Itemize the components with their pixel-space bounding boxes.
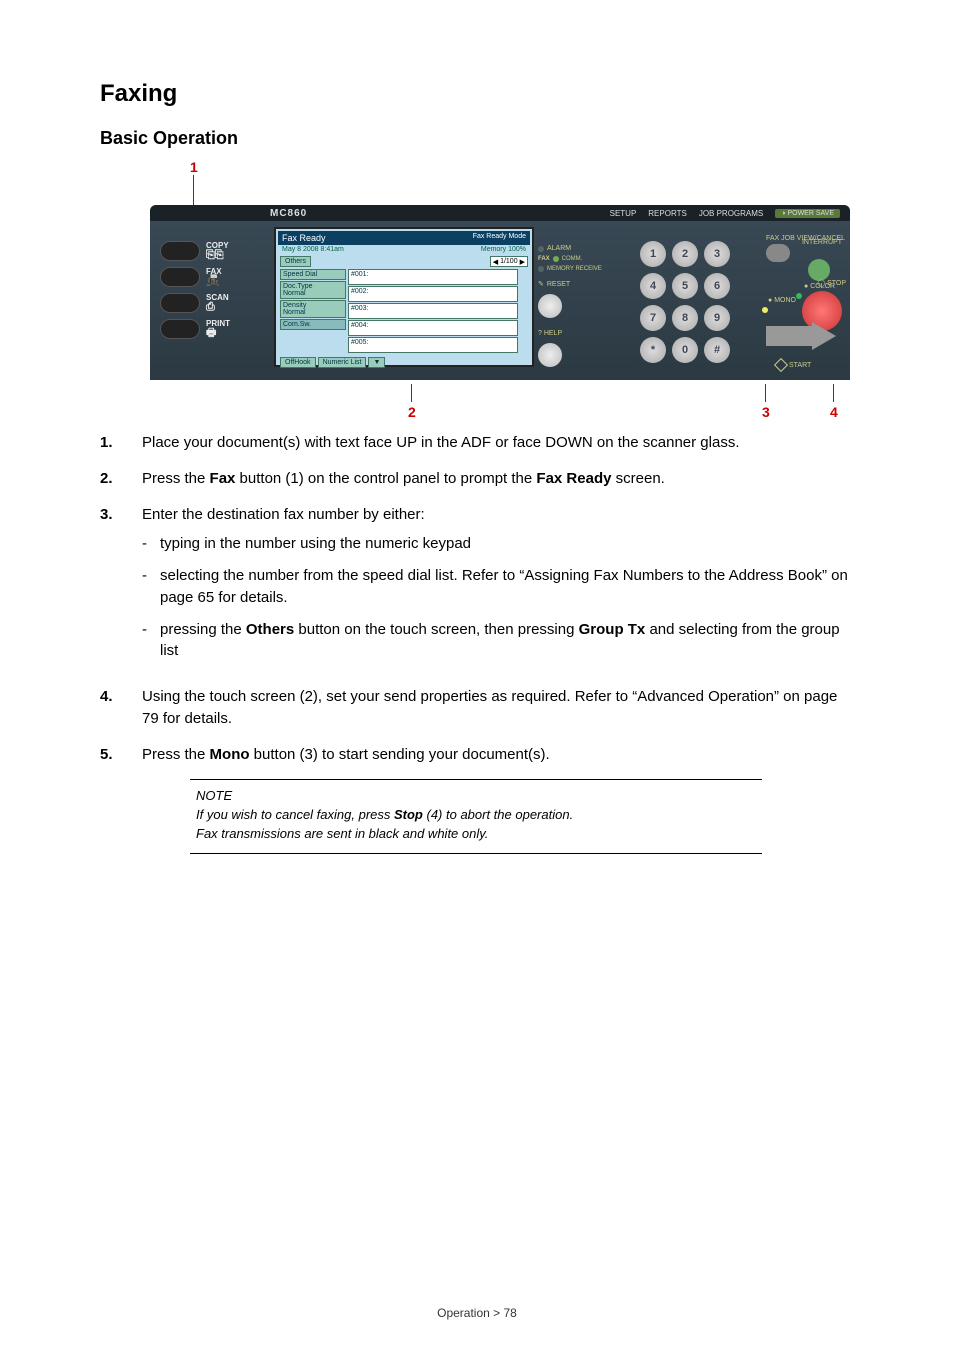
control-panel-figure: MC860 SETUP REPORTS JOB PROGRAMS ◑ POWER… [150,205,850,420]
interrupt-button[interactable] [808,259,830,281]
page-title: Faxing [100,80,854,108]
key-7[interactable]: 7 [640,305,666,331]
reports-label[interactable]: REPORTS [648,209,687,218]
note-title: NOTE [196,788,756,803]
screen-title: Fax Ready [282,233,326,243]
dial-002[interactable]: #002: [348,286,518,302]
scan-label: SCAN⎙ [206,294,229,313]
fax-label: FAX📠 [206,268,222,287]
dial-003[interactable]: #003: [348,303,518,319]
com-sw-button[interactable]: Com.Sw. [280,319,346,330]
key-hash[interactable]: # [704,337,730,363]
speed-dial-button[interactable]: Speed Dial [280,269,346,280]
mono-label: ● MONO [768,297,796,304]
dial-005[interactable]: #005: [348,337,518,353]
step-item: Press the Fax button (1) on the control … [100,468,854,490]
copy-button[interactable] [160,241,200,261]
mono-led-icon [762,307,768,313]
touch-screen[interactable]: Fax Ready Fax Ready Mode May 8 2008 8:41… [274,227,534,367]
status-column: ALARM FAXCOMM. MEMORY RECEIVE ✎ RESET ? … [534,233,634,380]
print-button[interactable] [160,319,200,339]
copy-label: COPY⎘⎘ [206,242,229,261]
color-label: ● COLOR [804,283,835,290]
key-star[interactable]: * [640,337,666,363]
setup-label[interactable]: SETUP [610,209,637,218]
power-save-button[interactable]: ◑ POWER SAVE [775,209,840,218]
key-4[interactable]: 4 [640,273,666,299]
help-button[interactable] [538,343,562,367]
dial-004[interactable]: #004: [348,320,518,336]
doc-type-button[interactable]: Doc.Type Normal [280,281,346,299]
key-2[interactable]: 2 [672,241,698,267]
steps-list: Place your document(s) with text face UP… [100,432,854,765]
step-item: Place your document(s) with text face UP… [100,432,854,454]
substep-item: pressing the Others button on the touch … [142,619,854,663]
others-button[interactable]: Others [280,256,311,267]
next-icon[interactable]: ▶ [520,258,525,266]
note-box: NOTE If you wish to cancel faxing, press… [190,779,762,854]
key-3[interactable]: 3 [704,241,730,267]
color-led-icon [796,293,802,299]
brand-label: MC860 [270,208,307,219]
pager[interactable]: ◀ 1/100 ▶ [490,256,528,267]
step-item: Using the touch screen (2), set your sen… [100,686,854,730]
key-6[interactable]: 6 [704,273,730,299]
note-line: Fax transmissions are sent in black and … [196,826,756,841]
step-item: Enter the destination fax number by eith… [100,504,854,673]
start-button[interactable] [766,322,836,350]
panel-top-bar: MC860 SETUP REPORTS JOB PROGRAMS ◑ POWER… [150,205,850,221]
step-item: Press the Mono button (3) to start sendi… [100,744,854,766]
faxjob-button[interactable] [766,244,790,262]
numeric-keypad: 1 2 3 4 5 6 7 8 9 * 0 # [634,235,756,380]
interrupt-label: INTERRUPT [802,239,842,246]
scroll-down-button[interactable]: ▼ [368,357,385,368]
key-0[interactable]: 0 [672,337,698,363]
screen-mode: Fax Ready Mode [473,233,526,243]
scan-button[interactable] [160,293,200,313]
note-line: If you wish to cancel faxing, press Stop… [196,807,756,822]
key-8[interactable]: 8 [672,305,698,331]
numeric-list-button[interactable]: Numeric List [318,357,367,368]
prev-icon[interactable]: ◀ [493,258,498,266]
dial-001[interactable]: #001: [348,269,518,285]
bottom-callouts: 2 3 4 [150,384,850,420]
key-5[interactable]: 5 [672,273,698,299]
screen-date: May 8 2008 8:41am [282,246,344,253]
fax-button[interactable] [160,267,200,287]
density-button[interactable]: Density Normal [280,300,346,318]
key-9[interactable]: 9 [704,305,730,331]
job-programs-label[interactable]: JOB PROGRAMS [699,209,763,218]
print-label: PRINT🖶 [206,320,230,339]
reset-button[interactable] [538,294,562,318]
substep-item: typing in the number using the numeric k… [142,533,854,555]
callout-1: 1 [190,159,854,205]
substep-item: selecting the number from the speed dial… [142,565,854,609]
key-1[interactable]: 1 [640,241,666,267]
offhook-button[interactable]: OffHook [280,357,316,368]
page-footer: Operation > 78 [0,1306,954,1320]
section-subtitle: Basic Operation [100,128,854,149]
start-label: START [776,360,811,370]
